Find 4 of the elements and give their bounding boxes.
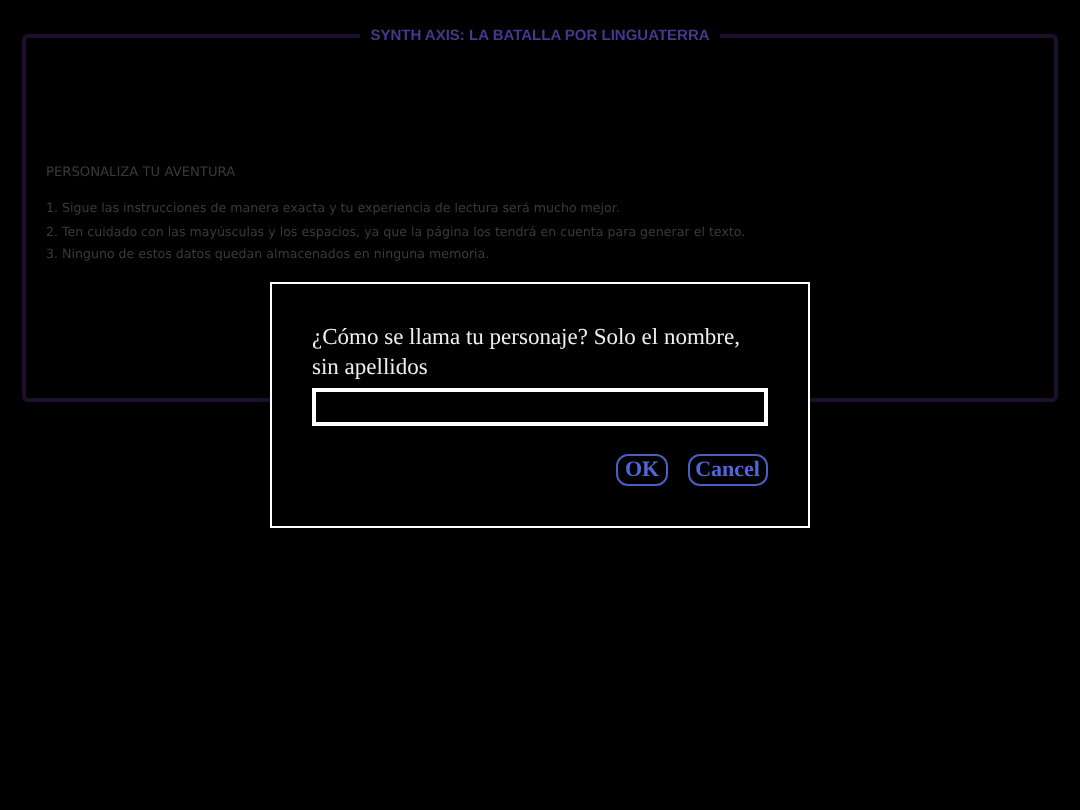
input-field[interactable] bbox=[312, 388, 768, 426]
cancel-button[interactable]: Cancel bbox=[687, 454, 768, 486]
prompt-text: ¿Cómo se llama tu personaje? Solo el nombre, sin apellidos bbox=[312, 324, 742, 384]
ok-button[interactable]: OK bbox=[616, 454, 668, 486]
